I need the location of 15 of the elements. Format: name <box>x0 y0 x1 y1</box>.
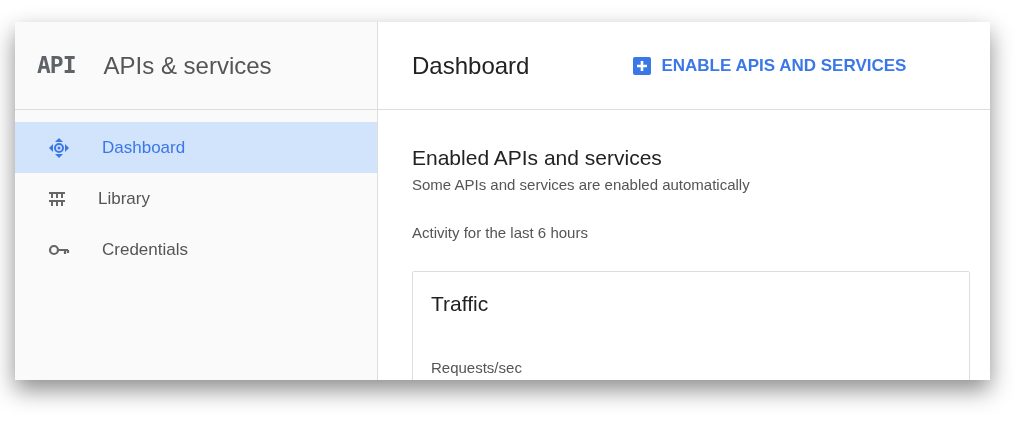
metric-label: Requests/sec <box>431 358 523 378</box>
library-icon <box>48 189 66 208</box>
card-title: Traffic <box>431 290 490 317</box>
sidebar-item[interactable]: Credentials <box>15 224 377 275</box>
sidebar-title: APIs & services <box>103 50 272 81</box>
sidebar-item[interactable]: Library <box>15 173 377 224</box>
api-logo: API <box>37 51 76 81</box>
enable-apis-button[interactable]: ENABLE APIS AND SERVICES <box>633 52 907 79</box>
move-arrows-icon <box>48 136 70 159</box>
section-subtitle: Some APIs and services are enabled automatically <box>412 174 751 195</box>
section-title: Enabled APIs and services <box>412 145 663 171</box>
activity-label: Activity for the last 6 hours <box>412 223 589 243</box>
key-icon <box>48 242 70 257</box>
plus-icon <box>633 56 652 75</box>
page-title: Dashboard <box>412 50 530 81</box>
